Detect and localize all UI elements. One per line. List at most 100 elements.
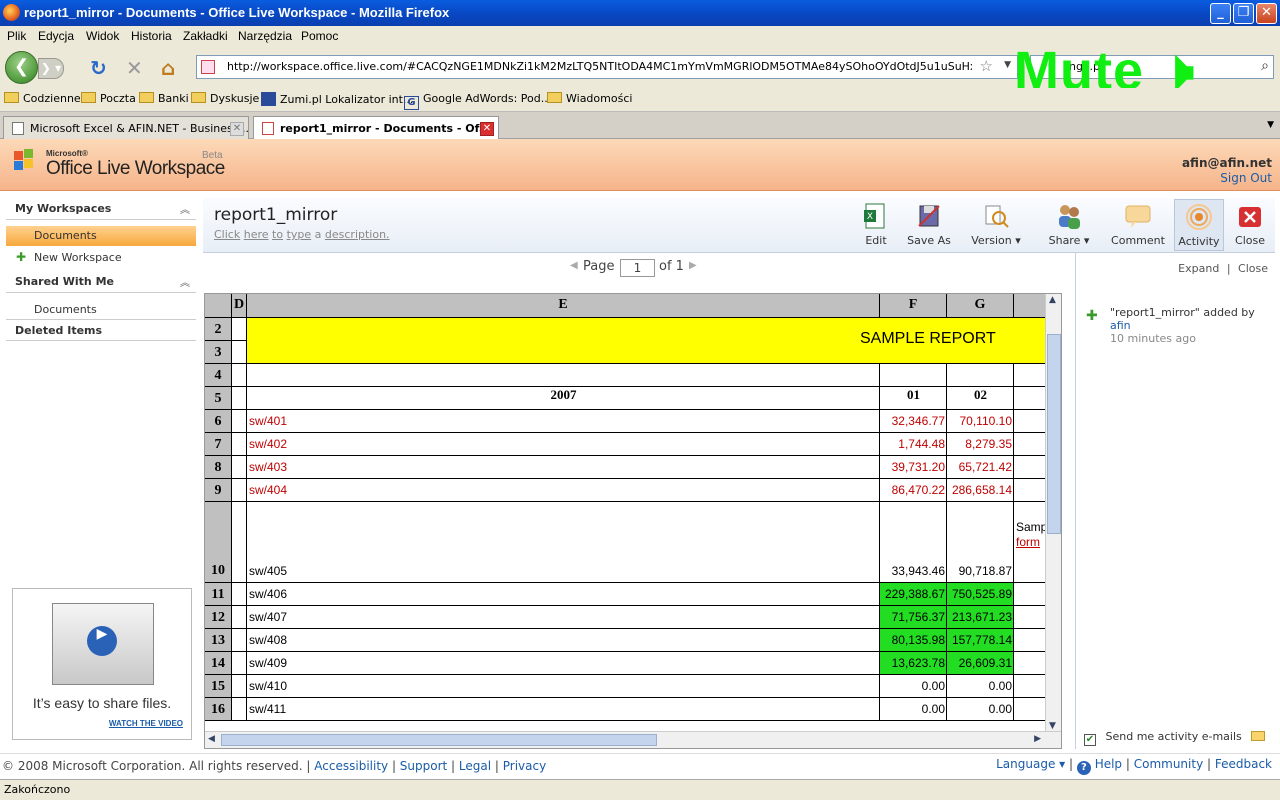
privacy-link[interactable]: Privacy <box>503 759 546 773</box>
prev-page-icon[interactable]: ◀ <box>570 260 578 271</box>
bookmark-codzienne[interactable]: Codzienne <box>4 92 81 105</box>
sidebar-item-documents[interactable]: Documents <box>6 226 196 246</box>
menu-widok[interactable]: Widok <box>86 29 119 43</box>
value-cell-g[interactable]: 26,609.31 <box>947 656 1012 673</box>
my-workspaces-header[interactable]: My Workspaces ︽ <box>6 198 196 220</box>
reload-icon[interactable]: ↻ <box>90 56 107 80</box>
value-cell-g[interactable]: 65,721.42 <box>947 460 1012 477</box>
value-cell-g[interactable]: 157,778.14 <box>947 633 1012 650</box>
scroll-right-icon[interactable]: ▶ <box>1034 734 1041 744</box>
url-dropdown-icon[interactable]: ▼ <box>1004 60 1011 70</box>
value-cell-g[interactable]: 0.00 <box>947 679 1012 696</box>
edit-button[interactable]: X Edit <box>859 202 893 247</box>
tab-excel-afin[interactable]: Microsoft Excel & AFIN.NET - Business ..… <box>3 116 249 139</box>
value-cell-g[interactable]: 286,658.14 <box>947 483 1012 500</box>
grid-cell[interactable] <box>232 606 247 629</box>
value-cell-f[interactable]: 80,135.98 <box>880 633 945 650</box>
accessibility-link[interactable]: Accessibility <box>314 759 388 773</box>
row-header[interactable]: 6 <box>205 410 232 433</box>
bookmark-star-icon[interactable]: ☆ <box>980 57 993 75</box>
activity-email-option[interactable]: ✔ Send me activity e-mails <box>1084 730 1266 746</box>
horizontal-scroll-thumb[interactable] <box>221 734 657 746</box>
close-window-button[interactable]: ✕ <box>1256 3 1277 24</box>
value-cell-f[interactable]: 32,346.77 <box>880 414 945 431</box>
bookmark-poczta[interactable]: Poczta <box>81 92 136 105</box>
value-cell-f[interactable]: 33,943.46 <box>880 564 945 581</box>
forward-button[interactable]: ❯ ▾ <box>38 58 64 79</box>
activity-button[interactable]: Activity <box>1174 199 1224 251</box>
value-cell-g[interactable]: 70,110.10 <box>947 414 1013 431</box>
grid-cell[interactable] <box>947 364 1014 387</box>
column-header-e[interactable]: E <box>247 294 880 318</box>
row-header[interactable]: 12 <box>205 606 232 629</box>
row-header[interactable]: 11 <box>205 583 232 606</box>
menu-pomoc[interactable]: Pomoc <box>301 29 338 43</box>
scroll-down-icon[interactable]: ▼ <box>1049 721 1056 731</box>
sidebar-item-new-workspace[interactable]: ✚ New Workspace <box>6 248 196 268</box>
tab-report1-mirror[interactable]: report1_mirror - Documents - Of... ✕ <box>253 116 499 140</box>
value-cell-f[interactable]: 86,470.22 <box>880 483 945 500</box>
value-cell-g[interactable]: 0.00 <box>947 702 1012 719</box>
value-cell-f[interactable]: 0.00 <box>880 679 945 696</box>
value-cell-g[interactable]: 213,671.23 <box>947 610 1012 627</box>
comment-button[interactable]: Comment <box>1109 202 1167 247</box>
tab-close-icon[interactable]: ✕ <box>230 122 244 136</box>
activity-user-link[interactable]: afin <box>1110 319 1276 332</box>
tab-list-icon[interactable]: ▼ <box>1267 120 1274 130</box>
description-placeholder[interactable]: Click here to type a description. <box>214 228 390 241</box>
row-header[interactable]: 13 <box>205 629 232 652</box>
page-number-input[interactable]: 1 <box>620 259 655 277</box>
value-cell-f[interactable]: 13,623.78 <box>880 656 945 673</box>
vertical-scrollbar[interactable]: ▲ ▼ <box>1045 294 1061 732</box>
stop-icon[interactable]: ✕ <box>126 56 143 80</box>
deleted-items-header[interactable]: Deleted Items <box>6 319 196 341</box>
help-link[interactable]: Help <box>1095 757 1122 771</box>
version-button[interactable]: Version ▾ <box>967 202 1025 247</box>
value-cell-g[interactable]: 8,279.35 <box>947 437 1012 454</box>
value-cell-f[interactable]: 71,756.37 <box>880 610 945 627</box>
bookmark-dyskusje[interactable]: Dyskusje <box>191 92 259 105</box>
scroll-up-icon[interactable]: ▲ <box>1049 295 1056 305</box>
column-header-f[interactable]: F <box>880 294 947 318</box>
grid-cell[interactable] <box>232 341 247 364</box>
grid-cell[interactable] <box>232 652 247 675</box>
column-header-d[interactable]: D <box>232 294 247 318</box>
url-bar[interactable]: http://workspace.office.live.com/#CACQzN… <box>196 55 1018 79</box>
value-cell-g[interactable]: 90,718.87 <box>947 564 1012 581</box>
video-thumbnail[interactable]: ▶ <box>52 603 154 685</box>
grid-cell[interactable] <box>232 479 247 502</box>
feedback-link[interactable]: Feedback <box>1215 757 1272 771</box>
row-header[interactable]: 4 <box>205 364 232 387</box>
menu-zakladki[interactable]: Zakładki <box>183 29 228 43</box>
grid-cell[interactable] <box>232 629 247 652</box>
tab-close-icon[interactable]: ✕ <box>480 122 494 136</box>
legal-link[interactable]: Legal <box>459 759 491 773</box>
row-header[interactable]: 3 <box>205 341 232 364</box>
language-dropdown[interactable]: Language ▾ <box>996 757 1065 771</box>
row-header[interactable]: 7 <box>205 433 232 456</box>
play-icon[interactable]: ▶ <box>87 626 117 656</box>
expand-link[interactable]: Expand <box>1178 262 1219 275</box>
grid-cell[interactable] <box>232 318 247 341</box>
horizontal-scrollbar[interactable]: ◀ ▶ <box>205 731 1061 748</box>
column-header-g[interactable]: G <box>947 294 1014 318</box>
grid-cell[interactable] <box>232 387 247 410</box>
watch-video-link[interactable]: WATCH THE VIDEO <box>109 719 183 728</box>
row-header[interactable]: 2 <box>205 318 232 341</box>
grid-cell[interactable] <box>232 675 247 698</box>
close-panel-link[interactable]: Close <box>1238 262 1268 275</box>
back-button[interactable]: ❮ <box>5 51 38 84</box>
collapse-icon[interactable]: ︽ <box>180 274 190 289</box>
grid-cell[interactable] <box>232 410 247 433</box>
row-header[interactable]: 16 <box>205 698 232 721</box>
grid-cell[interactable] <box>232 698 247 721</box>
vertical-scroll-thumb[interactable] <box>1047 334 1061 534</box>
minimize-button[interactable]: _ <box>1210 3 1231 24</box>
value-cell-f[interactable]: 39,731.20 <box>880 460 945 477</box>
shared-with-me-header[interactable]: Shared With Me ︽ <box>6 271 196 293</box>
grid-cell[interactable] <box>247 364 880 387</box>
collapse-icon[interactable]: ︽ <box>180 201 190 216</box>
maximize-button[interactable]: ❐ <box>1233 3 1254 24</box>
community-link[interactable]: Community <box>1134 757 1203 771</box>
menu-narzedzia[interactable]: Narzędzia <box>238 29 292 43</box>
